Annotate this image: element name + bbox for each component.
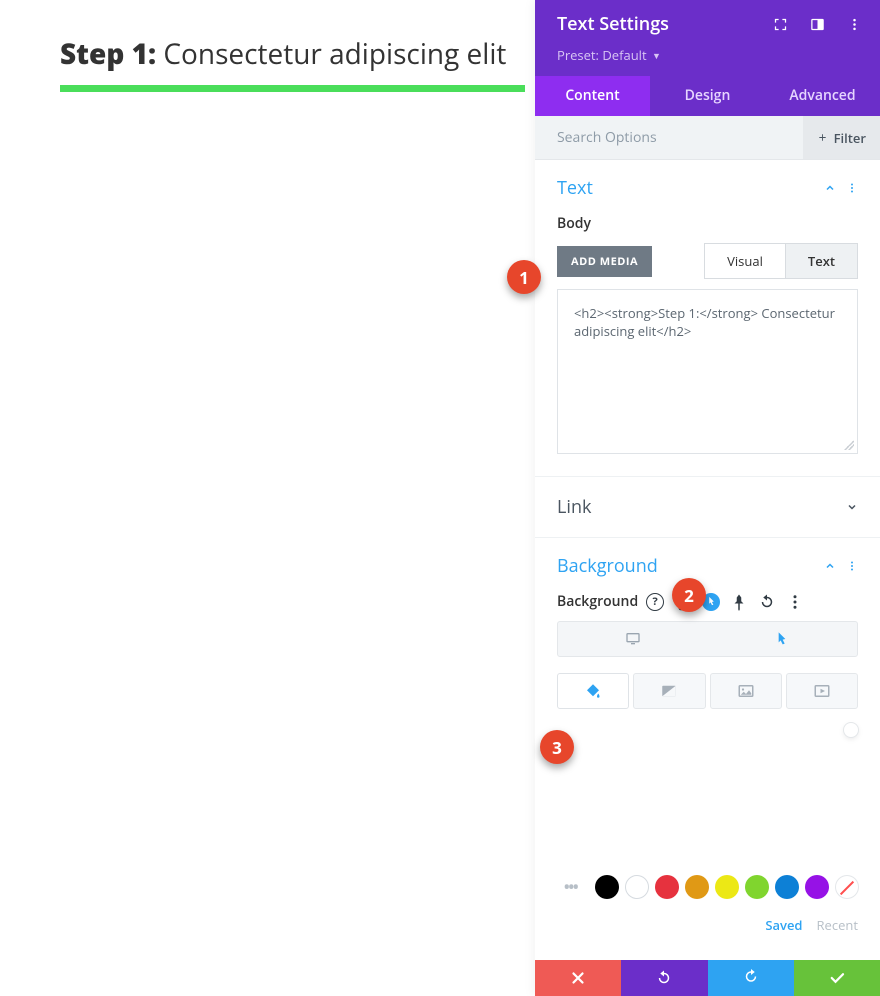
swatch-white[interactable] (625, 875, 649, 899)
bg-type-color[interactable] (557, 673, 629, 709)
preset-row[interactable]: Preset: Default ▼ (535, 46, 880, 76)
reset-icon[interactable] (758, 593, 776, 611)
redo-button[interactable] (708, 960, 794, 996)
palette-recent[interactable]: Recent (817, 916, 858, 934)
close-icon (569, 969, 587, 987)
paint-bucket-icon (584, 682, 602, 700)
callout-1-number: 1 (507, 260, 541, 294)
section-text: Text Body ADD MEDIA Visual Text <h2><str… (535, 160, 880, 477)
saved-recent: Saved Recent (535, 910, 880, 960)
filter-label: Filter (834, 129, 866, 147)
section-background: Background Background ? (535, 538, 880, 785)
undo-icon (655, 969, 673, 987)
help-icon[interactable]: ? (646, 593, 664, 611)
video-icon (813, 682, 831, 700)
code-textarea[interactable]: <h2><strong>Step 1:</strong> Consectetur… (557, 289, 858, 454)
section-text-head[interactable]: Text (557, 176, 858, 200)
palette-more-icon[interactable]: ••• (563, 873, 577, 900)
panel-header: Text Settings (535, 0, 880, 46)
media-row: ADD MEDIA Visual Text (557, 243, 858, 279)
bg-type-gradient[interactable] (633, 673, 705, 709)
swatch-blue[interactable] (775, 875, 799, 899)
background-mini-kebab-icon[interactable] (786, 593, 804, 611)
tab-content[interactable]: Content (535, 76, 650, 116)
section-background-kebab-icon[interactable] (846, 560, 858, 572)
swatch-red[interactable] (655, 875, 679, 899)
preset-caret-icon: ▼ (652, 49, 661, 62)
panel-title: Text Settings (557, 12, 669, 36)
snap-icon[interactable] (810, 17, 825, 32)
pin-icon[interactable] (730, 593, 748, 611)
search-row: Filter (535, 116, 880, 160)
chevron-up-icon[interactable] (824, 182, 836, 194)
chevron-up-icon[interactable] (824, 560, 836, 572)
heading-rest: Consectetur adipiscing elit (156, 35, 506, 73)
bg-type-image[interactable] (710, 673, 782, 709)
desktop-icon (625, 631, 641, 647)
swatch-none[interactable] (835, 875, 859, 899)
cancel-button[interactable] (535, 960, 621, 996)
heading-strong: Step 1: (60, 35, 156, 73)
device-tab-desktop[interactable] (558, 622, 708, 656)
chevron-down-icon[interactable] (846, 501, 858, 513)
preset-label: Preset: (557, 46, 599, 64)
gradient-icon (660, 682, 678, 700)
search-input[interactable] (535, 116, 803, 159)
add-media-button[interactable]: ADD MEDIA (557, 246, 652, 277)
heading-underline (60, 85, 525, 92)
swatch-orange[interactable] (685, 875, 709, 899)
swatch-black[interactable] (595, 875, 619, 899)
swatch-lime[interactable] (745, 875, 769, 899)
bg-type-tabs (557, 673, 858, 709)
palette: ••• (535, 873, 880, 910)
bg-type-video[interactable] (786, 673, 858, 709)
body-label: Body (557, 214, 858, 233)
save-button[interactable] (794, 960, 880, 996)
color-preview[interactable] (557, 723, 858, 763)
image-icon (737, 682, 755, 700)
section-text-kebab-icon[interactable] (846, 182, 858, 194)
tabs: Content Design Advanced (535, 76, 880, 116)
preset-value: Default (602, 46, 646, 64)
swatch-yellow[interactable] (715, 875, 739, 899)
editor-tabs: Visual Text (704, 243, 858, 279)
tab-advanced[interactable]: Advanced (765, 76, 880, 116)
section-background-title: Background (557, 554, 658, 578)
undo-button[interactable] (621, 960, 707, 996)
section-link: Link (535, 477, 880, 538)
section-link-title: Link (557, 495, 591, 519)
palette-row: ••• (557, 873, 858, 900)
redo-icon (742, 969, 760, 987)
editor-tab-visual[interactable]: Visual (704, 243, 786, 279)
device-tab-hover[interactable] (708, 622, 858, 656)
palette-saved[interactable]: Saved (765, 916, 802, 934)
section-text-title: Text (557, 176, 593, 200)
action-bar (535, 960, 880, 996)
palette-spacer (535, 785, 880, 873)
color-preview-handle[interactable] (844, 723, 858, 737)
editor-tab-text[interactable]: Text (786, 243, 858, 279)
filter-button[interactable]: Filter (803, 116, 880, 159)
section-background-head[interactable]: Background (557, 554, 858, 578)
tab-design[interactable]: Design (650, 76, 765, 116)
page-content: Step 1: Consectetur adipiscing elit (60, 35, 525, 92)
expand-icon[interactable] (773, 17, 788, 32)
check-icon (828, 969, 846, 987)
plus-icon (817, 132, 828, 143)
page-heading[interactable]: Step 1: Consectetur adipiscing elit (60, 35, 525, 73)
background-label: Background (557, 592, 638, 611)
callout-3-number: 3 (540, 730, 574, 764)
swatch-purple[interactable] (805, 875, 829, 899)
kebab-icon[interactable] (847, 17, 862, 32)
device-tabs (557, 621, 858, 657)
section-link-head[interactable]: Link (557, 495, 858, 519)
cursor-icon (774, 631, 790, 647)
callout-2-number: 2 (672, 578, 706, 612)
settings-panel: Text Settings Preset: Default ▼ Content … (535, 0, 880, 996)
background-label-row: Background ? (557, 592, 858, 611)
